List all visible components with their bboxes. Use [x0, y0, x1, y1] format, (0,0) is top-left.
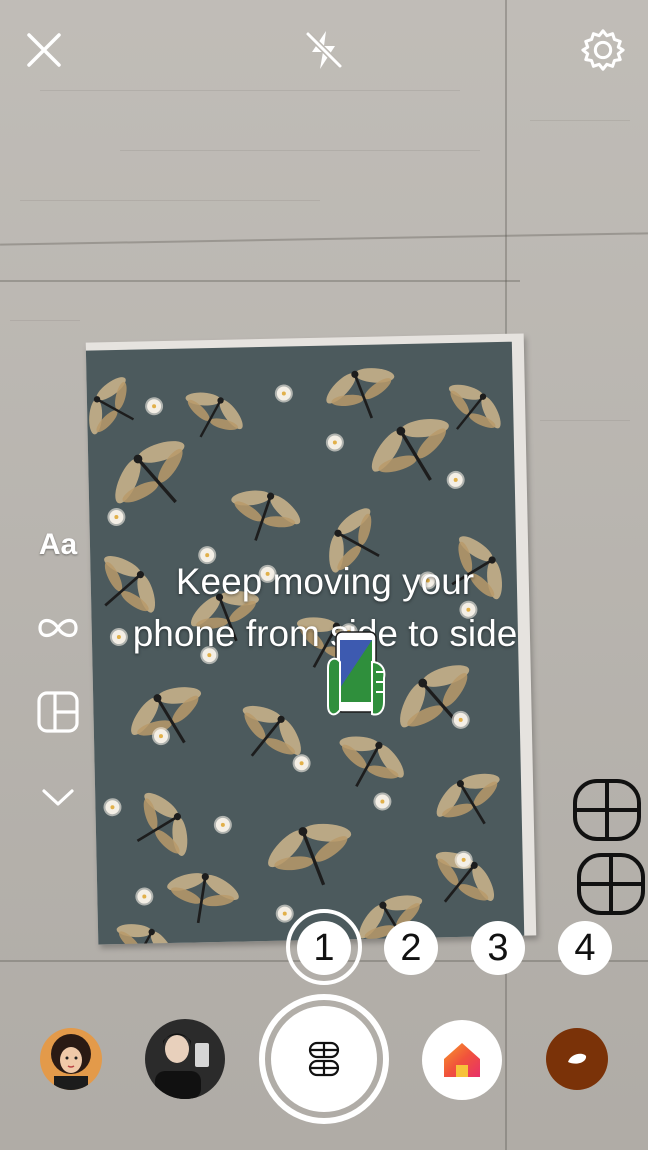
layout-grid-icon — [37, 691, 79, 733]
flower-pattern — [137, 889, 152, 904]
count-option-1[interactable]: 1 — [297, 921, 351, 975]
flower-pattern — [276, 386, 291, 401]
chevron-down-icon — [42, 789, 74, 806]
dragonfly-pattern — [418, 750, 522, 850]
floor-grain — [120, 150, 480, 151]
close-icon[interactable] — [22, 28, 66, 72]
floor-seam — [0, 232, 648, 246]
dragonfly-pattern — [157, 856, 247, 935]
flower-pattern — [277, 906, 292, 921]
layout-grid-icon — [308, 1041, 340, 1077]
dragonfly-pattern — [216, 683, 321, 786]
capture-button-inner — [271, 1006, 377, 1112]
flower-pattern — [215, 817, 231, 833]
flower-pattern — [146, 399, 162, 414]
flower-pattern — [109, 509, 124, 525]
layout-button[interactable] — [34, 690, 82, 734]
count-option-2[interactable]: 2 — [384, 921, 438, 975]
floor-grain — [40, 90, 460, 91]
flower-pattern — [327, 435, 343, 450]
layout-grid-option-icon[interactable] — [572, 778, 644, 847]
flower-pattern — [294, 756, 309, 771]
avatar-effect-1[interactable] — [40, 1028, 102, 1090]
infinity-icon — [38, 618, 78, 638]
avatar-effect-2[interactable] — [145, 1019, 225, 1099]
brown-effect-icon — [568, 1053, 587, 1064]
layout-grid-option-icon[interactable] — [576, 852, 648, 921]
home-effect-icon — [444, 1043, 480, 1077]
dragonfly-pattern — [215, 469, 313, 559]
floor-grain — [20, 200, 320, 201]
boomerang-button[interactable] — [34, 606, 82, 650]
settings-gear-icon[interactable] — [581, 28, 625, 72]
instruction-text: Keep moving your phone from side to side — [132, 561, 518, 654]
more-tools-button[interactable] — [34, 775, 82, 819]
floor-grain — [540, 420, 630, 421]
home-effect-button[interactable] — [422, 1020, 502, 1100]
phone-move-hint-icon — [326, 628, 392, 729]
count-option-4[interactable]: 4 — [558, 921, 612, 975]
dragonfly-pattern — [111, 661, 227, 772]
floor-grain — [530, 120, 630, 121]
floor-seam — [0, 280, 520, 282]
flower-pattern — [448, 472, 463, 488]
count-option-3[interactable]: 3 — [471, 921, 525, 975]
text-tool-button[interactable]: Aa — [34, 523, 82, 567]
dragonfly-pattern — [250, 797, 372, 910]
text-tool-label: Aa — [38, 528, 78, 561]
flash-off-icon[interactable] — [302, 28, 346, 72]
brown-effect-button[interactable] — [546, 1028, 608, 1090]
capture-button[interactable] — [259, 994, 389, 1124]
floor-grain — [10, 320, 80, 321]
